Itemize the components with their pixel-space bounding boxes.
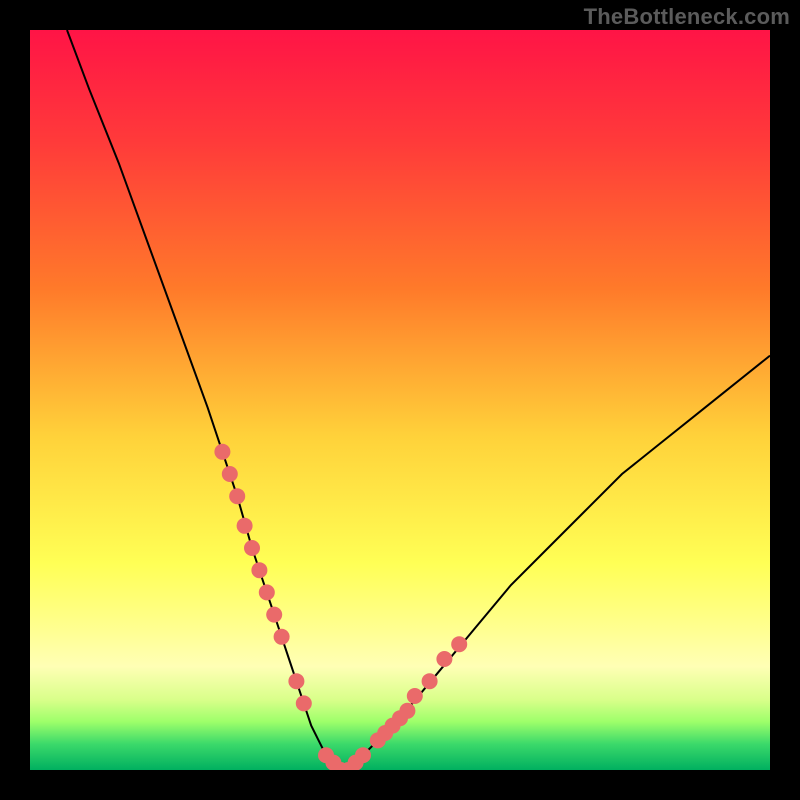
chart-frame: TheBottleneck.com xyxy=(0,0,800,800)
highlight-dot xyxy=(296,695,312,711)
highlight-dot xyxy=(355,747,371,763)
highlight-dot xyxy=(229,488,245,504)
highlight-dot xyxy=(274,629,290,645)
highlight-dot xyxy=(436,651,452,667)
highlight-dot xyxy=(244,540,260,556)
highlight-dot xyxy=(399,703,415,719)
plot-area xyxy=(30,30,770,770)
watermark-text: TheBottleneck.com xyxy=(584,4,790,30)
plot-background xyxy=(30,30,770,770)
highlight-dot xyxy=(251,562,267,578)
highlight-dot xyxy=(451,636,467,652)
highlight-dot xyxy=(288,673,304,689)
highlight-dot xyxy=(407,688,423,704)
highlight-dot xyxy=(266,607,282,623)
highlight-dot xyxy=(422,673,438,689)
highlight-dot xyxy=(259,584,275,600)
highlight-dot xyxy=(222,466,238,482)
highlight-dot xyxy=(214,444,230,460)
highlight-dot xyxy=(237,518,253,534)
chart-svg xyxy=(30,30,770,770)
